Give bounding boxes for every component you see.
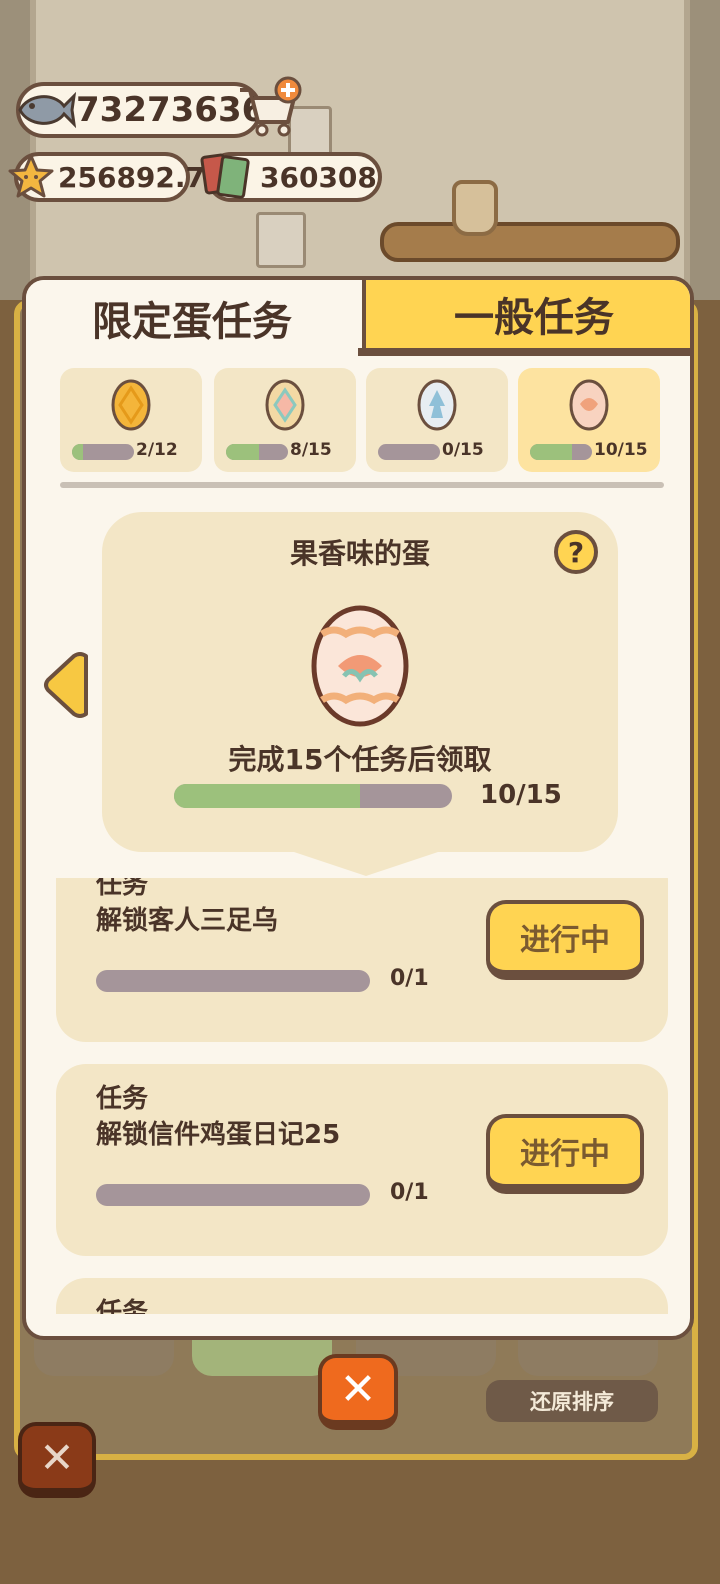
task-progress-bar [96, 1184, 370, 1206]
background-vase [452, 180, 498, 236]
egg-card[interactable]: 8/15 [214, 368, 356, 472]
background-slot [518, 1340, 658, 1376]
task-name: 解锁信件鸡蛋日记25 [96, 1120, 341, 1150]
egg-progress-bar [226, 444, 288, 460]
task-name: 解锁客人三足乌 [96, 906, 279, 936]
featured-progress-fill [174, 784, 361, 808]
egg-progress-text: 0/15 [442, 440, 484, 460]
tab-divider [358, 348, 690, 356]
egg-icon [111, 379, 151, 431]
close-icon: ✕ [339, 1363, 377, 1415]
restore-sort-button[interactable]: 还原排序 [486, 1380, 658, 1422]
background-shelf [380, 222, 680, 262]
egg-card[interactable]: 2/12 [60, 368, 202, 472]
egg-progress-fill [226, 444, 259, 460]
close-screen-button[interactable]: ✕ [18, 1422, 96, 1498]
egg-progress-fill [72, 444, 83, 460]
task-list[interactable]: 任务 解锁客人三足乌 0/1 进行中 任务 解锁信件鸡蛋日记25 0/1 进行中… [26, 878, 690, 1314]
background-note [256, 212, 306, 268]
egg-icon [569, 379, 609, 431]
task-progress-text: 0/1 [390, 1180, 429, 1205]
task-progress-bar [96, 970, 370, 992]
featured-egg-panel: 果香味的蛋 ? 完成15个任务后领取 10/15 [102, 512, 618, 852]
egg-card-selected[interactable]: 10/15 [518, 368, 660, 472]
featured-egg-title: 果香味的蛋 [289, 537, 430, 570]
egg-icon [265, 379, 305, 431]
egg-progress-text: 8/15 [290, 440, 332, 460]
task-progress-text: 0/1 [390, 966, 429, 991]
ticket-icon [200, 153, 250, 199]
tab-limited-egg-tasks[interactable]: 限定蛋任务 [26, 280, 358, 356]
task-card: 任务 解锁信件鸡蛋日记25 0/1 进行中 [56, 1064, 668, 1256]
egg-progress-bar [530, 444, 592, 460]
task-card: 任务 解锁客人三足乌 0/1 进行中 [56, 878, 668, 1042]
egg-progress-fill [530, 444, 572, 460]
background-slot [192, 1340, 332, 1376]
tab-general-tasks[interactable]: 一般任务 [362, 280, 690, 356]
egg-card[interactable]: 0/15 [366, 368, 508, 472]
egg-progress-bar [72, 444, 134, 460]
close-dialog-button[interactable]: ✕ [318, 1354, 398, 1430]
close-icon: ✕ [39, 1432, 75, 1482]
help-button[interactable]: ? [554, 530, 598, 574]
task-dialog: 限定蛋任务 一般任务 2/12 8/15 0/15 10/15 果香味的蛋 ? … [22, 276, 694, 1340]
featured-progress-text: 10/15 [480, 780, 562, 810]
fish-icon [18, 91, 76, 129]
previous-arrow-icon[interactable] [42, 650, 92, 720]
egg-selector: 2/12 8/15 0/15 10/15 [60, 368, 664, 474]
fruit-egg-icon [311, 605, 409, 727]
background-slot [34, 1340, 174, 1376]
task-card: 任务 [56, 1278, 668, 1314]
egg-progress-text: 10/15 [594, 440, 648, 460]
in-progress-button[interactable]: 进行中 [486, 1114, 644, 1194]
egg-icon [417, 379, 457, 431]
ticket-amount: 360308 [260, 160, 377, 194]
featured-progress-bar [174, 784, 452, 808]
star-icon [8, 154, 54, 198]
egg-progress-text: 2/12 [136, 440, 178, 460]
task-heading: 任务 [96, 1084, 149, 1114]
featured-egg-caption: 完成15个任务后领取 [228, 743, 492, 776]
shop-cart-icon[interactable] [236, 74, 304, 140]
egg-progress-bar [378, 444, 440, 460]
task-heading: 任务 [96, 878, 149, 900]
star-amount: 256892.7 [58, 160, 206, 194]
in-progress-button[interactable]: 进行中 [486, 900, 644, 980]
task-heading: 任务 [96, 1298, 149, 1314]
featured-panel-pointer [276, 846, 456, 876]
egg-row-divider [60, 482, 664, 488]
